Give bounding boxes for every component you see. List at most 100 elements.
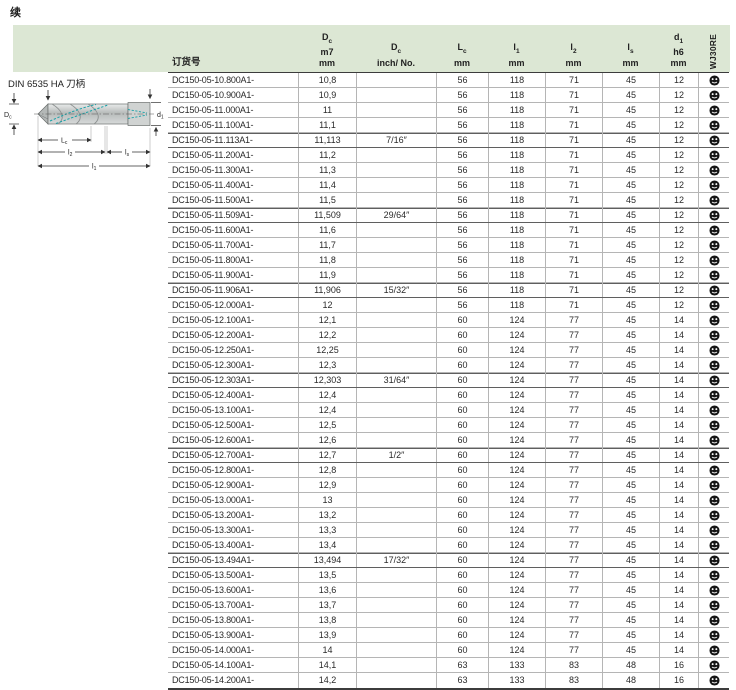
cell-order: DC150-05-12.000A1- (168, 298, 298, 312)
cell-lc: 60 (436, 598, 488, 612)
cell-dc: 13,4 (298, 538, 356, 552)
cell-inch (356, 418, 436, 432)
cell-lc: 56 (436, 283, 488, 297)
cell-lc: 56 (436, 148, 488, 162)
cell-lc: 56 (436, 178, 488, 192)
cell-inch: 17/32″ (356, 553, 436, 567)
cell-d1: 16 (659, 673, 698, 688)
cell-l2: 77 (545, 643, 602, 657)
cell-d1: 12 (659, 118, 698, 132)
cell-l2: 83 (545, 658, 602, 672)
cell-d1: 12 (659, 73, 698, 87)
wj30re-dot-icon (709, 375, 720, 386)
cell-dc: 12,25 (298, 343, 356, 357)
rotated-grade-label: WJ30RE (708, 34, 719, 69)
cell-dc: 11,113 (298, 133, 356, 147)
cell-l1: 124 (488, 628, 545, 642)
wj30re-dot-icon (709, 585, 720, 596)
cell-grade-availability (698, 568, 729, 582)
cell-d1: 12 (659, 178, 698, 192)
dim-l1: l1 (38, 164, 150, 173)
cell-lc: 56 (436, 223, 488, 237)
cell-inch (356, 343, 436, 357)
cell-dc: 11,2 (298, 148, 356, 162)
cell-l1: 124 (488, 583, 545, 597)
cell-lc: 56 (436, 118, 488, 132)
table-row: DC150-05-11.000A1-1156118714512 (168, 103, 729, 118)
cell-l2: 77 (545, 448, 602, 462)
cell-l1: 124 (488, 598, 545, 612)
wj30re-dot-icon (709, 405, 720, 416)
table-row: DC150-05-11.600A1-11,656118714512 (168, 223, 729, 238)
cell-order: DC150-05-14.000A1- (168, 643, 298, 657)
cell-lc: 60 (436, 388, 488, 402)
cell-ls: 45 (602, 463, 659, 477)
cell-l1: 124 (488, 328, 545, 342)
cell-order: DC150-05-12.250A1- (168, 343, 298, 357)
cell-lc: 60 (436, 448, 488, 462)
wj30re-dot-icon (709, 600, 720, 611)
table-row: DC150-05-12.400A1-12,460124774514 (168, 388, 729, 403)
cell-lc: 60 (436, 328, 488, 342)
cell-d1: 14 (659, 553, 698, 567)
cell-l1: 118 (488, 148, 545, 162)
wj30re-dot-icon (709, 240, 720, 251)
cell-lc: 60 (436, 643, 488, 657)
cell-dc: 12,6 (298, 433, 356, 447)
cell-ls: 45 (602, 418, 659, 432)
cell-d1: 14 (659, 568, 698, 582)
cell-grade-availability (698, 658, 729, 672)
wj30re-dot-icon (709, 435, 720, 446)
column-header-l1: l1mm (488, 42, 545, 72)
cell-order: DC150-05-12.500A1- (168, 418, 298, 432)
table-row: DC150-05-12.700A1-12,71/2″60124774514 (168, 448, 729, 463)
table-row: DC150-05-12.250A1-12,2560124774514 (168, 343, 729, 358)
cell-order: DC150-05-13.200A1- (168, 508, 298, 522)
cell-d1: 14 (659, 508, 698, 522)
cell-l1: 124 (488, 523, 545, 537)
table-row: DC150-05-11.400A1-11,456118714512 (168, 178, 729, 193)
wj30re-dot-icon (709, 420, 720, 431)
cell-grade-availability (698, 358, 729, 372)
cell-order: DC150-05-11.200A1- (168, 148, 298, 162)
table-row: DC150-05-11.800A1-11,856118714512 (168, 253, 729, 268)
cell-order: DC150-05-13.500A1- (168, 568, 298, 582)
cell-l2: 71 (545, 88, 602, 102)
wj30re-dot-icon (709, 135, 720, 146)
cell-order: DC150-05-12.303A1- (168, 373, 298, 387)
table-row: DC150-05-13.100A1-12,460124774514 (168, 403, 729, 418)
cell-grade-availability (698, 433, 729, 447)
table-row: DC150-05-13.500A1-13,560124774514 (168, 568, 729, 583)
cell-order: DC150-05-11.900A1- (168, 268, 298, 282)
dim-l2: l2 (38, 150, 105, 159)
cell-order: DC150-05-13.100A1- (168, 403, 298, 417)
column-header-order: 订货号 (168, 58, 298, 73)
cell-order: DC150-05-12.400A1- (168, 388, 298, 402)
cell-lc: 60 (436, 403, 488, 417)
column-header-dc_inch: Dcinch/ No. (356, 42, 436, 72)
cell-l1: 124 (488, 613, 545, 627)
cell-l1: 118 (488, 193, 545, 207)
cell-l2: 77 (545, 598, 602, 612)
cell-lc: 60 (436, 553, 488, 567)
cell-ls: 45 (602, 88, 659, 102)
cell-grade-availability (698, 283, 729, 297)
cell-ls: 45 (602, 313, 659, 327)
cell-l1: 124 (488, 343, 545, 357)
cell-ls: 45 (602, 373, 659, 387)
cell-lc: 56 (436, 208, 488, 222)
cell-order: DC150-05-11.500A1- (168, 193, 298, 207)
table-row: DC150-05-14.100A1-14,163133834816 (168, 658, 729, 673)
svg-text:d1: d1 (157, 112, 164, 121)
wj30re-dot-icon (709, 675, 720, 686)
cell-order: DC150-05-13.600A1- (168, 583, 298, 597)
cell-grade-availability (698, 463, 729, 477)
cell-dc: 12,9 (298, 478, 356, 492)
cell-l1: 124 (488, 403, 545, 417)
wj30re-dot-icon (709, 330, 720, 341)
table-row: DC150-05-13.600A1-13,660124774514 (168, 583, 729, 598)
table-row: DC150-05-13.800A1-13,860124774514 (168, 613, 729, 628)
cell-d1: 14 (659, 538, 698, 552)
svg-text:Dc: Dc (4, 112, 12, 121)
cell-grade-availability (698, 148, 729, 162)
